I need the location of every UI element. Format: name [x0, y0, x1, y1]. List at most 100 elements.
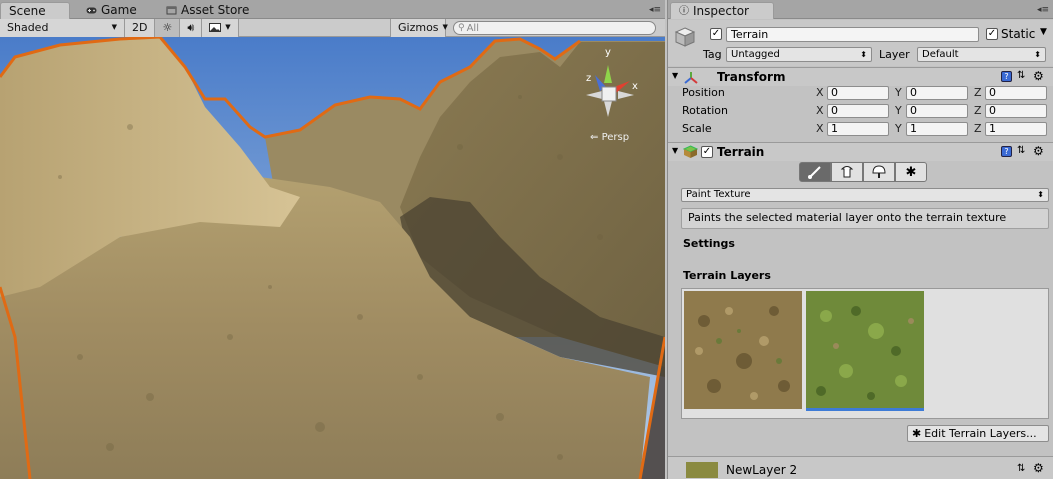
rotation-z-field[interactable]: 0 — [985, 104, 1047, 118]
preset-sliders-icon[interactable]: ⇅ — [1017, 145, 1025, 156]
place-trees-tool[interactable] — [863, 162, 895, 182]
dropdown-arrows-icon: ⬍ — [1037, 190, 1044, 199]
layer-gear-icon[interactable]: ⚙ — [1033, 461, 1044, 475]
help-box: Paints the selected material layer onto … — [681, 208, 1049, 229]
tab-game[interactable]: Game — [78, 2, 145, 19]
scene-panel: Scene Game Asset Store ◂≡ Shaded ▼ 2D ☼ 🔊… — [0, 0, 665, 479]
rotation-y-label: Y — [895, 104, 902, 117]
transform-header[interactable]: ▼ Transform ? ⇅ ⚙ — [668, 67, 1053, 86]
layer-dropdown[interactable]: Default ⬍ — [917, 47, 1046, 62]
rotation-y-field[interactable]: 0 — [906, 104, 968, 118]
component-gear-icon[interactable]: ⚙ — [1033, 144, 1044, 158]
dropdown-arrows-icon: ⬍ — [1034, 50, 1041, 59]
tab-inspector-label: Inspector — [693, 3, 749, 18]
foldout-arrow-icon[interactable]: ▼ — [672, 71, 678, 80]
current-layer-row[interactable]: NewLayer 2 ⇅ ⚙ — [668, 456, 1053, 479]
layer-thumbnail-grass[interactable] — [806, 291, 924, 411]
shading-mode-label: Shaded — [7, 21, 49, 34]
grass-texture-thumb — [806, 291, 924, 408]
chevron-down-icon[interactable]: ▼ — [1040, 27, 1047, 37]
search-icon: ⚲ — [458, 23, 465, 33]
image-icon — [209, 23, 222, 32]
preset-sliders-icon[interactable]: ⇅ — [1017, 463, 1025, 474]
layer-thumbnail-dirt[interactable] — [684, 291, 802, 409]
help-book-icon[interactable]: ? — [1001, 146, 1012, 157]
static-checkbox[interactable]: ✓ — [986, 28, 998, 40]
layer-value: Default — [922, 49, 959, 60]
paint-terrain-tool[interactable] — [799, 162, 831, 182]
scale-label: Scale — [682, 122, 712, 135]
scene-viewport[interactable]: y z x ⇐ Persp — [0, 37, 665, 479]
position-y-field[interactable]: 0 — [906, 86, 968, 100]
tab-inspector[interactable]: ⓘ Inspector — [670, 2, 774, 19]
panel-menu-icon[interactable]: ◂≡ — [649, 5, 661, 15]
gamepad-icon — [86, 7, 97, 14]
scale-z-label: Z — [974, 122, 982, 135]
object-name-field[interactable]: Terrain — [726, 27, 979, 42]
gizmo-axis-x: x — [632, 81, 638, 92]
layer-label: Layer — [879, 48, 910, 61]
audio-toggle[interactable]: 🔊︎ — [180, 18, 203, 37]
edit-terrain-layers-button[interactable]: ✱ Edit Terrain Layers... — [907, 425, 1049, 442]
terrain-layers-label: Terrain Layers — [683, 269, 771, 282]
shading-mode-dropdown[interactable]: Shaded ▼ — [0, 18, 125, 37]
help-book-icon[interactable]: ? — [1001, 71, 1012, 82]
scale-x-field[interactable]: 1 — [827, 122, 889, 136]
position-x-field[interactable]: 0 — [827, 86, 889, 100]
scale-y-label: Y — [895, 122, 902, 135]
preset-sliders-icon[interactable]: ⇅ — [1017, 70, 1025, 81]
chevron-down-icon: ▼ — [111, 23, 117, 31]
edit-terrain-layers-label: Edit Terrain Layers... — [924, 427, 1037, 440]
terrain-settings-tool[interactable]: ✱ — [895, 162, 927, 182]
settings-section-label: Settings — [683, 237, 735, 250]
raise-terrain-icon — [840, 166, 854, 178]
object-header: ✓ Terrain ✓ Static ▼ Tag Untagged ⬍ Layer… — [668, 20, 1053, 66]
effects-dropdown[interactable]: ▼ — [202, 18, 239, 37]
settings-gear-icon: ✱ — [905, 164, 917, 180]
paint-mode-dropdown[interactable]: Paint Texture ⬍ — [681, 188, 1049, 202]
search-placeholder: All — [466, 22, 479, 34]
toggle-2d-button[interactable]: 2D — [125, 18, 156, 37]
rotation-x-field[interactable]: 0 — [827, 104, 889, 118]
terrain-component-header[interactable]: ▼ ✓ Terrain ? ⇅ ⚙ — [668, 142, 1053, 161]
position-z-field[interactable]: 0 — [985, 86, 1047, 100]
raise-terrain-tool[interactable] — [831, 162, 863, 182]
chevron-down-icon: ▼ — [225, 23, 231, 31]
active-checkbox[interactable]: ✓ — [710, 28, 722, 40]
inspector-panel: ⓘ Inspector ◂≡ ✓ Terrain ✓ Static ▼ Tag … — [667, 0, 1053, 479]
foldout-arrow-icon[interactable]: ▼ — [672, 146, 678, 155]
scale-y-field[interactable]: 1 — [906, 122, 968, 136]
gameobject-cube-icon — [674, 27, 696, 47]
scale-z-field[interactable]: 1 — [985, 122, 1047, 136]
rotation-label: Rotation — [682, 104, 729, 117]
help-box-text: Paints the selected material layer onto … — [688, 211, 1007, 224]
current-layer-thumbnail — [686, 462, 718, 478]
dirt-texture — [684, 291, 802, 409]
tab-asset-store[interactable]: Asset Store — [158, 2, 257, 19]
tab-scene[interactable]: Scene — [0, 2, 70, 19]
axis-gizmo-icon[interactable] — [580, 45, 650, 145]
dropdown-arrows-icon: ⬍ — [860, 50, 867, 59]
scene-search-input[interactable]: ⚲ All — [453, 21, 656, 35]
transform-body: Position X 0 Y 0 Z 0 Rotation X 0 Y 0 Z … — [668, 86, 1053, 140]
tab-game-label: Game — [101, 3, 137, 17]
lighting-toggle[interactable]: ☼ — [155, 18, 181, 37]
projection-toggle[interactable]: ⇐ Persp — [590, 132, 629, 143]
terrain-layers-palette — [681, 288, 1049, 419]
component-gear-icon[interactable]: ⚙ — [1033, 69, 1044, 83]
terrain-enabled-checkbox[interactable]: ✓ — [701, 146, 713, 158]
orientation-gizmo[interactable]: y z x ⇐ Persp — [580, 45, 650, 145]
scale-x-label: X — [816, 122, 824, 135]
position-label: Position — [682, 86, 725, 99]
panel-menu-icon[interactable]: ◂≡ — [1037, 5, 1049, 15]
tag-dropdown[interactable]: Untagged ⬍ — [726, 47, 872, 62]
terrain-title: Terrain — [717, 145, 765, 159]
store-icon — [166, 6, 177, 15]
terrain-view[interactable] — [0, 37, 665, 479]
transform-axes-icon — [684, 72, 698, 84]
paint-mode-value: Paint Texture — [686, 189, 751, 200]
gear-icon: ✱ — [912, 427, 922, 440]
gizmos-dropdown[interactable]: Gizmos ▼ — [390, 18, 448, 37]
rotation-z-label: Z — [974, 104, 982, 117]
scene-tab-bar: Scene Game Asset Store ◂≡ — [0, 0, 665, 19]
